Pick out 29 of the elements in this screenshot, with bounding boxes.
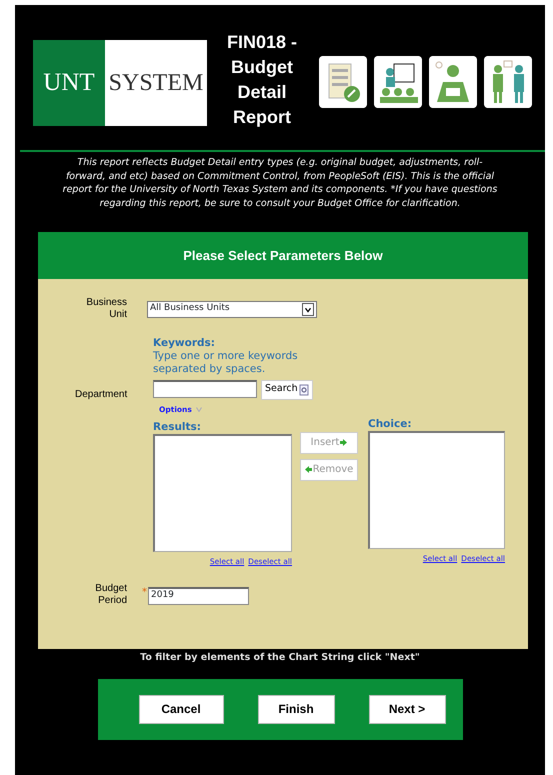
- dialog-button[interactable]: Finish: [258, 694, 334, 724]
- required-mark: *: [142, 586, 147, 600]
- field-label: Business Unit: [85, 296, 127, 320]
- keyword-field[interactable]: [153, 380, 257, 398]
- document-icon[interactable]: [319, 56, 367, 108]
- search-icon: [298, 384, 309, 396]
- budget-period-field[interactable]: 2019: [148, 587, 249, 605]
- arrow-icon: [340, 439, 348, 446]
- keywords-title: Keywords:: [153, 336, 216, 350]
- arrow-icon: [304, 466, 312, 474]
- panel-header: Please Select Parameters Below: [38, 232, 528, 278]
- list-box[interactable]: [368, 430, 505, 549]
- list-box[interactable]: [153, 434, 292, 552]
- report-description: This report reflects Budget Detail entry types (e.g. original budget, adjustments, roll-forward, and etc) based on Commitment Control, from PeopleSoft (EIS). This is the official report for the University of North Texas System and its components. *If you have questions regarding this report, be sure to consult your Budget Office for clarification.: [62, 156, 498, 210]
- presenter-icon[interactable]: [374, 56, 422, 108]
- business-unit-select[interactable]: All Business Units: [147, 300, 317, 318]
- field-label: Department: [74, 388, 127, 402]
- list-label: Choice:: [368, 418, 413, 431]
- dialog-button[interactable]: Next >: [368, 694, 446, 724]
- search-button[interactable]: Search: [261, 380, 313, 400]
- logo: UNT SYSTEM: [33, 40, 207, 126]
- people-icon[interactable]: [484, 56, 532, 108]
- field-label: Budget Period: [94, 583, 127, 607]
- keywords-hint: Type one or more keywords separated by spaces.: [153, 350, 299, 376]
- dialog-button[interactable]: Cancel: [138, 694, 224, 724]
- list-label: Results:: [153, 420, 202, 434]
- footer-note: To filter by elements of the Chart String click "Next": [139, 650, 421, 664]
- report-title: FIN018 - Budget Detail Report: [226, 31, 298, 129]
- reader-icon[interactable]: [429, 56, 477, 108]
